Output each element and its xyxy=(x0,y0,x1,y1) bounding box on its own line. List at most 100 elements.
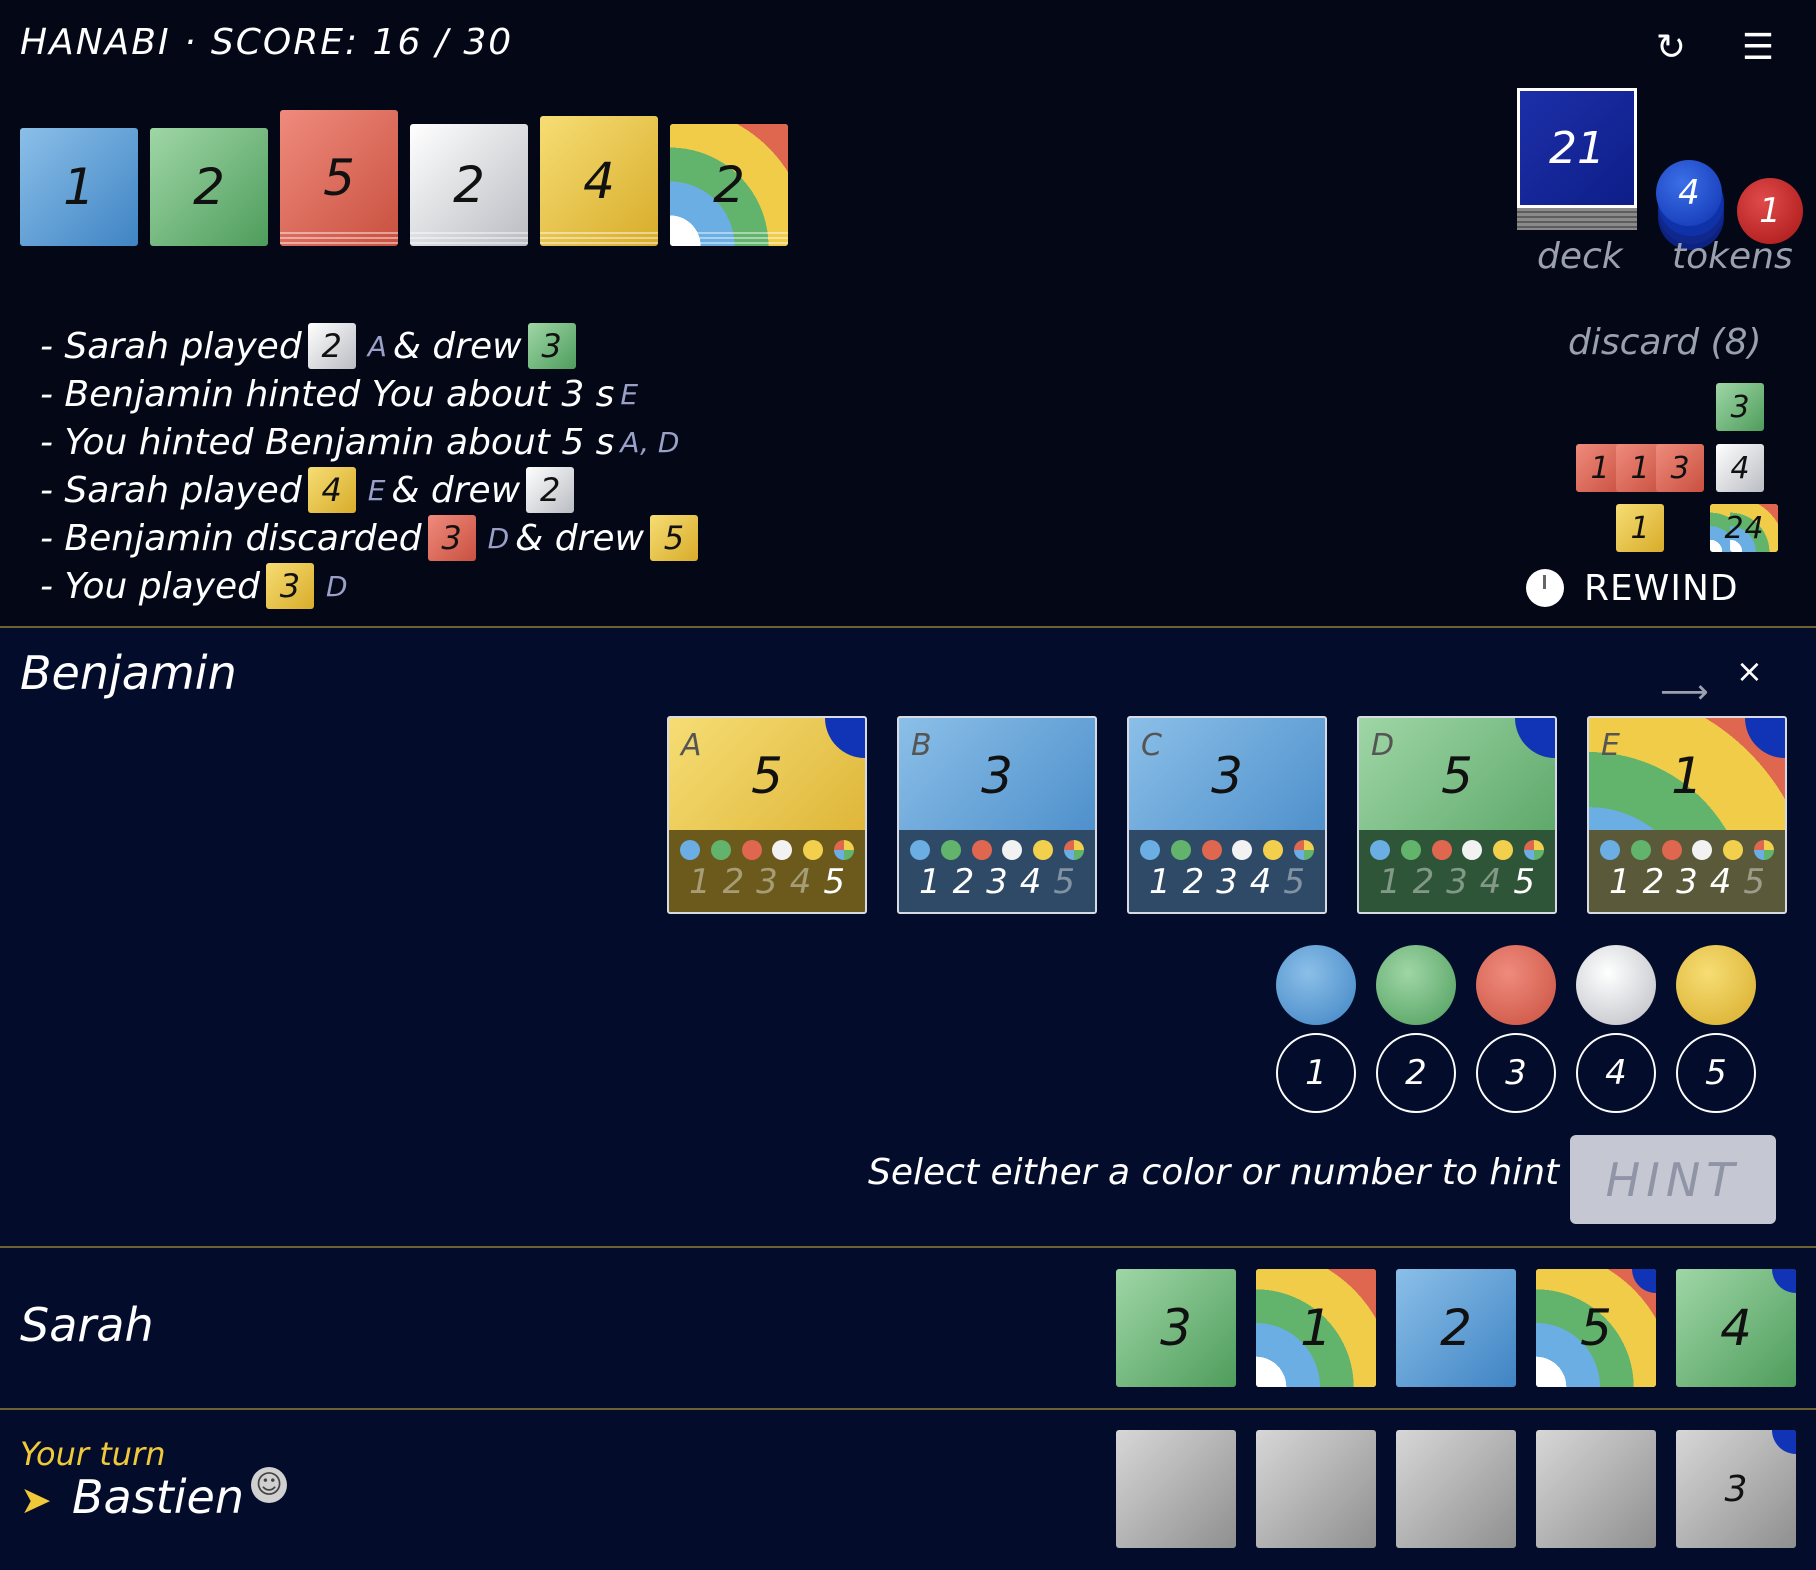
log-text: & drew xyxy=(391,469,521,511)
self-card[interactable] xyxy=(1396,1430,1516,1548)
game-title-score: HANABI · SCORE: 16 / 30 xyxy=(20,22,514,63)
hint-color-blue[interactable] xyxy=(1276,945,1356,1025)
log-card: 3 xyxy=(427,515,476,561)
hint-number-2[interactable]: 2 xyxy=(1376,1033,1456,1113)
log-card: 3 xyxy=(265,563,314,609)
deck-stack xyxy=(1517,208,1637,230)
hint-number-5[interactable]: 5 xyxy=(1676,1033,1756,1113)
rewind-button[interactable]: REWIND xyxy=(1526,560,1776,616)
arrow-right-icon[interactable]: ⟶ xyxy=(1660,672,1709,712)
hint-number-4[interactable]: 4 xyxy=(1576,1033,1656,1113)
card-value: 3 xyxy=(1730,389,1750,425)
benjamin-card-d[interactable]: 5 D 12345 xyxy=(1357,716,1557,914)
self-card[interactable] xyxy=(1256,1430,1376,1548)
benjamin-card-e[interactable]: 1 E 12345 xyxy=(1587,716,1787,914)
log-entry: - You hinted Benjamin about 5 s A, D xyxy=(40,418,704,466)
color-dot xyxy=(971,840,992,860)
color-dot xyxy=(1293,840,1314,860)
close-icon[interactable]: × xyxy=(1736,652,1763,690)
color-dot xyxy=(1262,840,1283,860)
hint-number-1[interactable]: 1 xyxy=(1276,1033,1356,1113)
color-dot xyxy=(802,840,823,860)
color-dot xyxy=(1370,840,1391,860)
hint-color-red[interactable] xyxy=(1476,945,1556,1025)
number-option: 5 xyxy=(1053,862,1075,902)
stack-lines xyxy=(280,232,398,246)
hint-color-yellow[interactable] xyxy=(1676,945,1756,1025)
log-text: & drew xyxy=(515,517,644,559)
color-dot xyxy=(1032,840,1053,860)
possible-colors xyxy=(1129,830,1325,860)
number-option: 4 xyxy=(1709,862,1732,902)
card-letter: B xyxy=(911,728,932,763)
log-card: 5 xyxy=(649,515,698,561)
discard-label: discard (8) xyxy=(1568,322,1762,363)
color-dot xyxy=(1201,840,1222,860)
log-text: - Sarah played xyxy=(40,325,302,367)
log-card-letter: E xyxy=(367,473,386,507)
possible-colors xyxy=(899,830,1095,860)
color-dot xyxy=(1063,840,1084,860)
card-value: 3 xyxy=(1724,1468,1748,1510)
number-option: 1 xyxy=(918,862,941,902)
player-name-benjamin: Benjamin xyxy=(20,646,237,700)
self-card[interactable] xyxy=(1536,1430,1656,1548)
hint-button[interactable]: HINT xyxy=(1570,1135,1776,1224)
undo-icon[interactable]: ↻ xyxy=(1651,28,1691,68)
hint-number-3[interactable]: 3 xyxy=(1476,1033,1556,1113)
emoji-icon[interactable]: ☺ xyxy=(251,1467,287,1503)
color-dot xyxy=(1492,840,1513,860)
turn-arrow-icon: ➤ xyxy=(20,1478,52,1522)
rewind-label: REWIND xyxy=(1584,567,1739,609)
firework-card-yellow: 4 xyxy=(540,116,658,246)
log-card-letter: D xyxy=(487,521,510,555)
firework-card-blue: 1 xyxy=(20,128,138,246)
sarah-card: 1 xyxy=(1256,1269,1376,1387)
card-value: 1 xyxy=(1630,510,1650,546)
hint-prompt: Select either a color or number to hint xyxy=(868,1152,1560,1193)
self-card[interactable] xyxy=(1116,1430,1236,1548)
clock-icon xyxy=(1526,569,1564,607)
color-dot xyxy=(1523,840,1544,860)
hint-color-green[interactable] xyxy=(1376,945,1456,1025)
deck-count: 21 xyxy=(1517,88,1637,208)
your-turn-label: Your turn xyxy=(20,1435,166,1473)
card-value: 2 xyxy=(193,158,225,216)
card-value: 2 xyxy=(1440,1299,1472,1357)
log-text: - You played xyxy=(40,565,260,607)
color-dot xyxy=(1400,840,1421,860)
card-value: 2 xyxy=(1724,510,1744,546)
log-entry: - Sarah played 2 A & drew 3 xyxy=(40,322,704,370)
hint-marker-icon xyxy=(1772,1269,1796,1293)
card-value: 4 xyxy=(583,152,615,210)
benjamin-card-c[interactable]: 3 C 12345 xyxy=(1127,716,1327,914)
stack-lines xyxy=(670,232,788,246)
card-letter: E xyxy=(1601,728,1620,763)
number-option: 3 xyxy=(756,862,778,902)
benjamin-card-b[interactable]: 3 B 12345 xyxy=(897,716,1097,914)
color-dot xyxy=(1462,840,1483,860)
number-option: 4 xyxy=(789,862,812,902)
hint-color-white[interactable] xyxy=(1576,945,1656,1025)
firework-card-white: 2 xyxy=(410,124,528,246)
benjamin-card-a[interactable]: 5 A 12345 xyxy=(667,716,867,914)
firework-card-rainbow: 2 xyxy=(670,124,788,246)
menu-icon[interactable]: ☰ xyxy=(1738,28,1778,68)
possible-colors xyxy=(1359,830,1555,860)
log-entry: - Benjamin discarded 3 D & drew 5 xyxy=(40,514,704,562)
discard-card: 1 xyxy=(1616,504,1664,552)
color-dot xyxy=(833,840,854,860)
color-dot xyxy=(1692,840,1713,860)
card-value: 5 xyxy=(323,149,355,207)
action-log: - Sarah played 2 A & drew 3- Benjamin hinted… xyxy=(40,322,704,610)
number-option: 1 xyxy=(1148,862,1171,902)
color-dot xyxy=(1170,840,1191,860)
possible-numbers: 12345 xyxy=(1589,860,1785,902)
color-dot xyxy=(1431,840,1452,860)
number-option: 1 xyxy=(1378,862,1401,902)
self-card[interactable]: 3 xyxy=(1676,1430,1796,1548)
color-dot xyxy=(680,840,701,860)
card-value: 2 xyxy=(453,156,485,214)
card-value: 1 xyxy=(1590,450,1610,486)
color-dot xyxy=(1232,840,1253,860)
